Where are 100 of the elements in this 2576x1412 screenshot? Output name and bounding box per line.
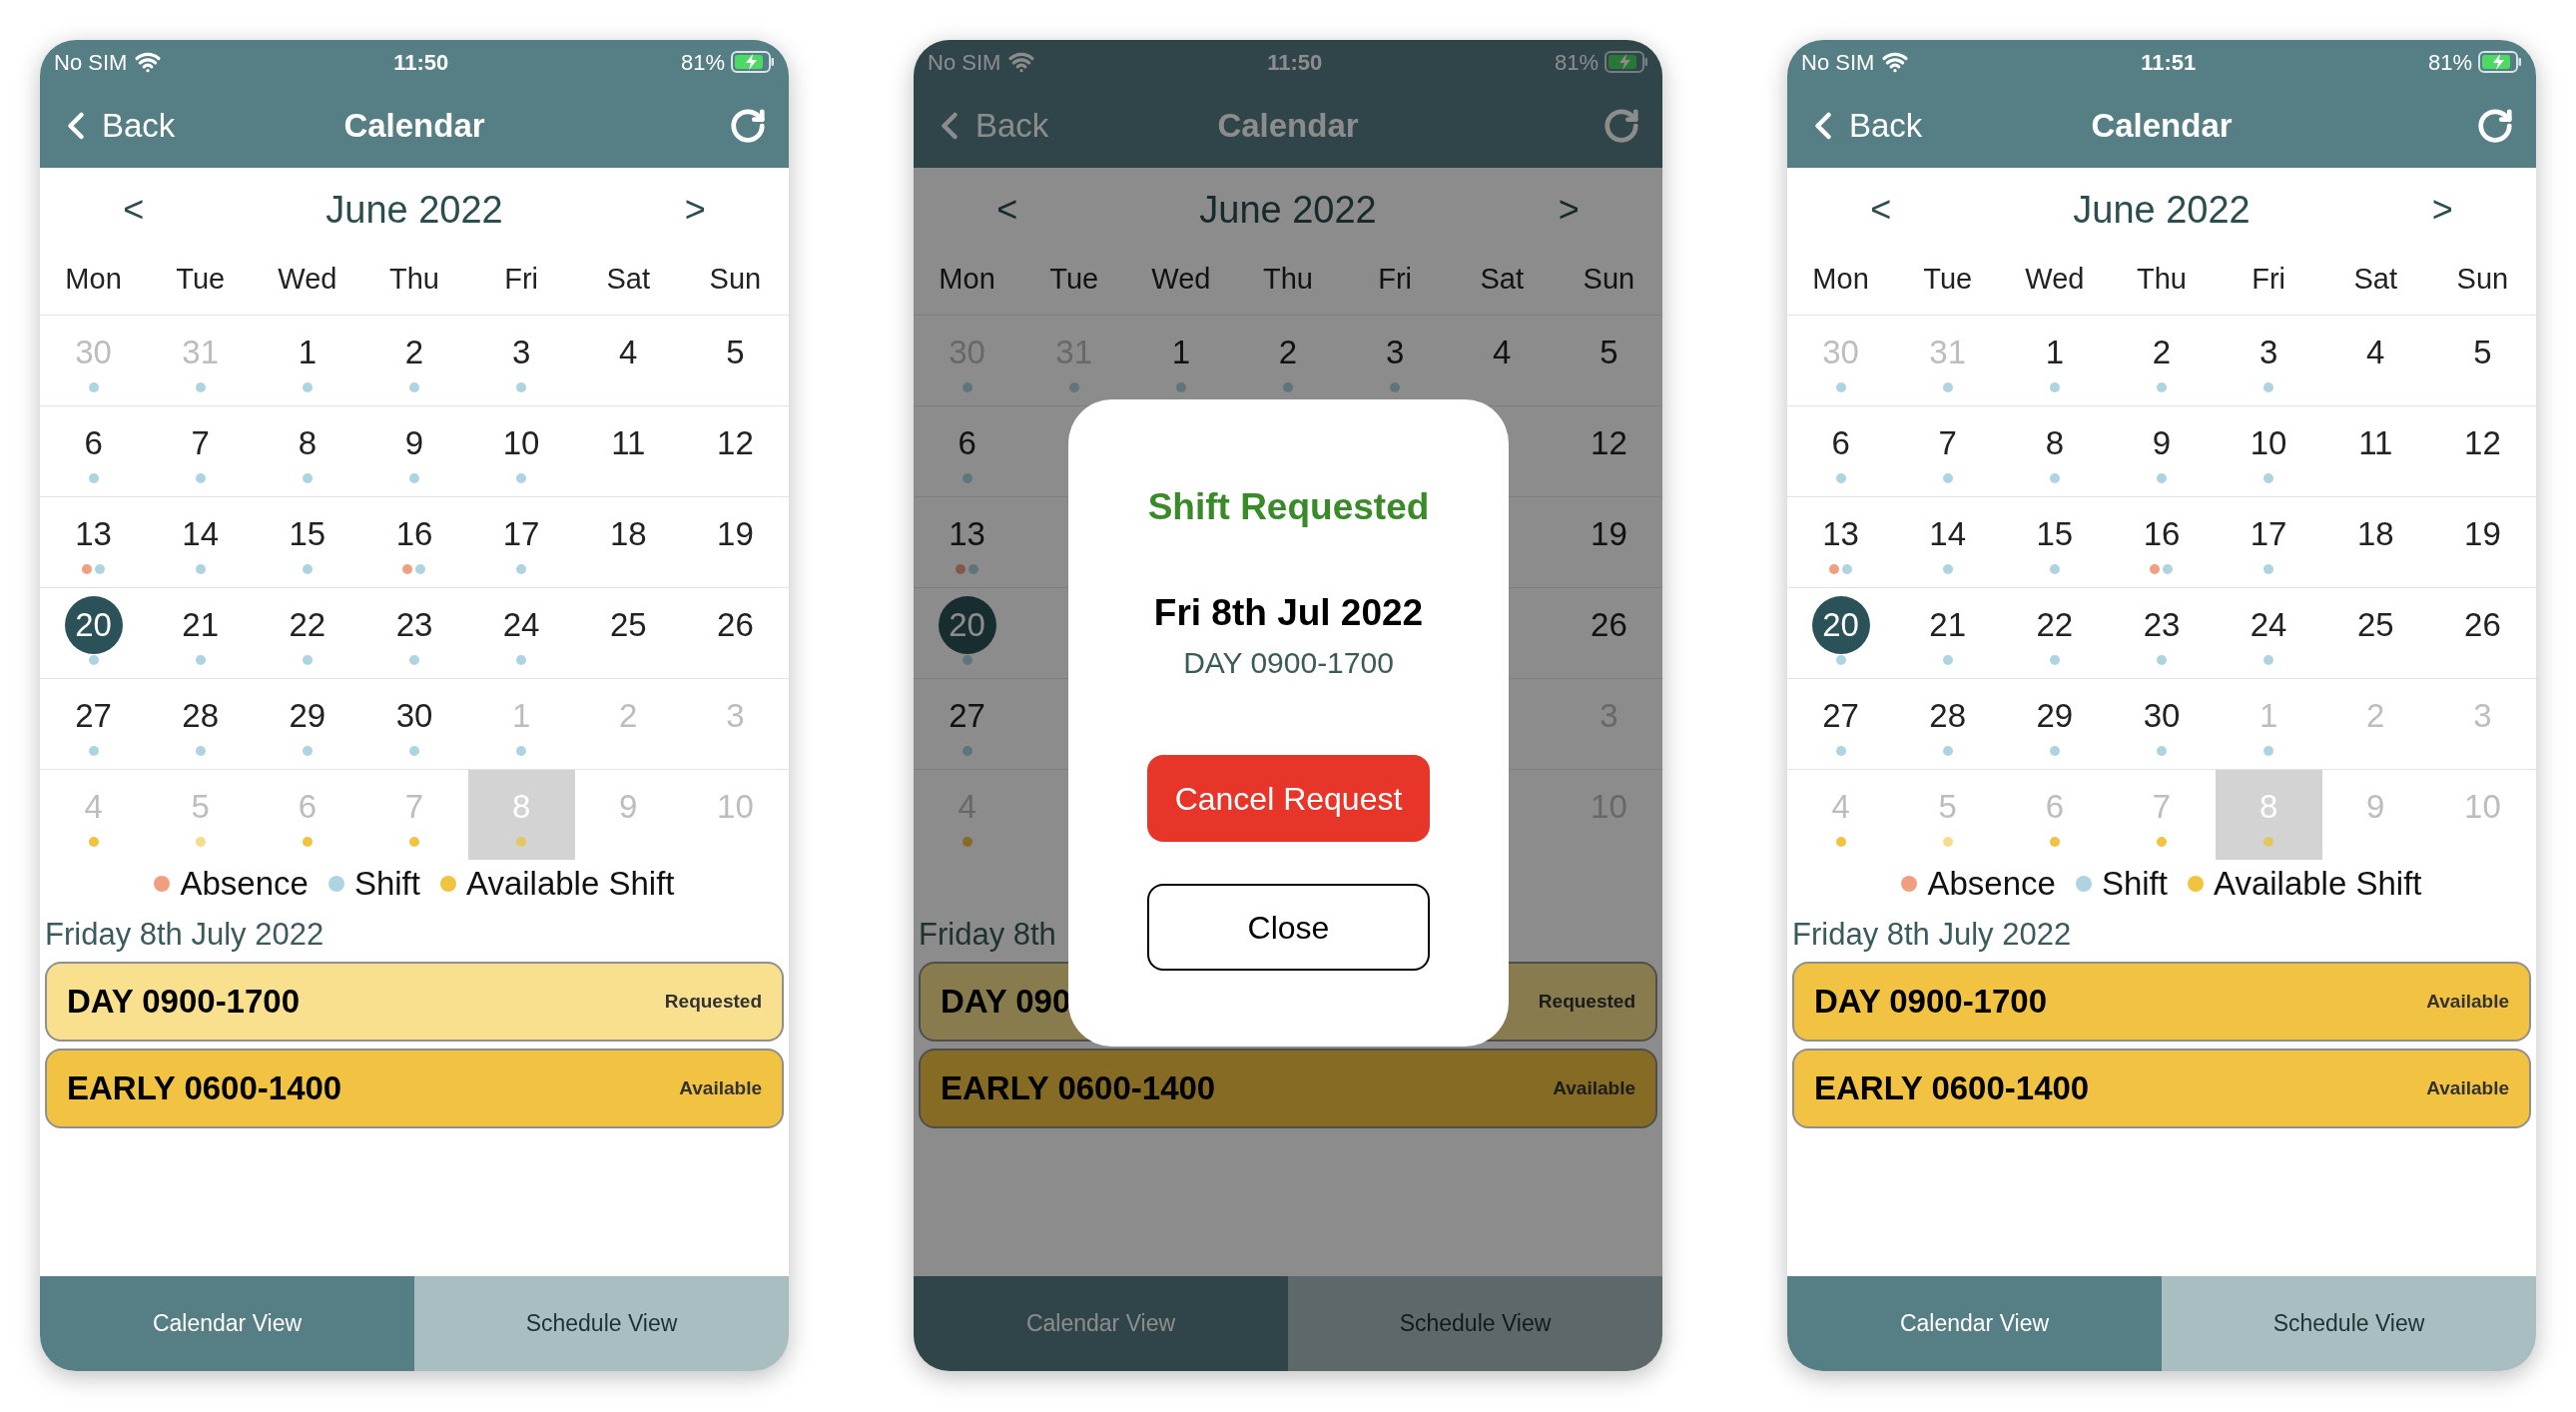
calendar-day[interactable]: 10 [467,406,575,496]
previous-month-button[interactable]: < [996,183,1018,237]
calendar-day[interactable]: 22 [254,588,361,678]
calendar-day[interactable]: 5 [1555,316,1662,405]
calendar-day[interactable]: 4 [2321,316,2429,405]
next-month-button[interactable]: > [1558,183,1580,237]
calendar-day[interactable]: 2 [360,316,468,405]
calendar-day[interactable]: 12 [2428,406,2536,496]
calendar-day[interactable]: 9 [2108,406,2216,496]
calendar-day[interactable]: 16 [360,497,468,587]
previous-month-button[interactable]: < [1870,183,1892,237]
view-tab[interactable]: Schedule View [2162,1276,2536,1371]
shift-card[interactable]: EARLY 0600-1400 Available [919,1049,1657,1128]
selected-date-label: Friday 8th [919,915,1056,954]
calendar-day[interactable]: 16 [2108,497,2216,587]
calendar-day[interactable]: 18 [2321,497,2429,587]
calendar-day[interactable]: 20 [40,588,148,678]
view-tab[interactable]: Schedule View [414,1276,789,1371]
view-tab[interactable]: Calendar View [40,1276,414,1371]
calendar-day[interactable]: 2 [2108,316,2216,405]
day-number: 9 [2366,787,2385,828]
close-button[interactable]: Close [1147,884,1430,971]
day-number: 30 [395,696,433,737]
calendar-day[interactable]: 22 [2001,588,2109,678]
calendar-day[interactable]: 19 [681,497,789,587]
calendar-day[interactable]: 26 [2428,588,2536,678]
calendar-day[interactable]: 13 [914,497,1021,587]
calendar-day[interactable]: 24 [467,588,575,678]
calendar-day[interactable]: 19 [2428,497,2536,587]
calendar-day[interactable]: 18 [574,497,682,587]
refresh-icon[interactable] [2476,107,2514,145]
calendar-day[interactable]: 6 [40,406,148,496]
calendar-day[interactable]: 6 [914,406,1021,496]
calendar-day[interactable]: 27 [40,679,148,769]
next-month-button[interactable]: > [2431,183,2453,237]
refresh-icon[interactable] [1603,107,1640,145]
calendar-day[interactable]: 11 [2321,406,2429,496]
calendar-day[interactable]: 20 [914,588,1021,678]
calendar-day[interactable]: 15 [2001,497,2109,587]
calendar-day[interactable]: 11 [574,406,682,496]
calendar-day[interactable]: 13 [40,497,148,587]
calendar-day[interactable]: 19 [1555,497,1662,587]
weekday-label: Sun [709,261,762,297]
calendar-day[interactable]: 20 [1787,588,1895,678]
calendar-day[interactable]: 30 [360,679,468,769]
calendar-day[interactable]: 8 [254,406,361,496]
calendar-day[interactable]: 17 [467,497,575,587]
calendar-day[interactable]: 1 [254,316,361,405]
calendar-day[interactable]: 3 [2215,316,2322,405]
calendar-day[interactable]: 1 [2001,316,2109,405]
calendar-day[interactable]: 17 [2215,497,2322,587]
calendar-day[interactable]: 12 [681,406,789,496]
calendar-day[interactable]: 21 [147,588,255,678]
calendar-day[interactable]: 30 [2108,679,2216,769]
calendar-day[interactable]: 5 [2428,316,2536,405]
back-button[interactable]: Back [54,101,234,151]
calendar-day[interactable]: 23 [2108,588,2216,678]
calendar-day[interactable]: 23 [360,588,468,678]
back-button[interactable]: Back [1801,101,1981,151]
calendar-day[interactable]: 2 [1234,316,1342,405]
calendar-day[interactable]: 25 [574,588,682,678]
calendar-day[interactable]: 10 [2215,406,2322,496]
calendar-day[interactable]: 13 [1787,497,1895,587]
calendar-day[interactable]: 7 [1894,406,2002,496]
calendar-day[interactable]: 29 [254,679,361,769]
calendar-day[interactable]: 14 [147,497,255,587]
calendar-day[interactable]: 14 [1894,497,2002,587]
calendar-day[interactable]: 3 [1341,316,1449,405]
shift-card[interactable]: DAY 0900-1700 Available [1792,962,2531,1042]
calendar-day[interactable]: 27 [914,679,1021,769]
calendar-day[interactable]: 6 [1787,406,1895,496]
calendar-day[interactable]: 25 [2321,588,2429,678]
shift-card[interactable]: EARLY 0600-1400 Available [45,1049,784,1128]
cancel-request-button[interactable]: Cancel Request [1147,755,1430,842]
refresh-icon[interactable] [729,107,767,145]
calendar-day[interactable]: 7 [147,406,255,496]
legend-label: Absence [1927,864,2056,905]
calendar-day[interactable]: 8 [2001,406,2109,496]
day-number: 16 [395,514,433,555]
calendar-day[interactable]: 28 [147,679,255,769]
previous-month-button[interactable]: < [123,183,145,237]
calendar-day[interactable]: 29 [2001,679,2109,769]
calendar-day[interactable]: 4 [574,316,682,405]
calendar-day[interactable]: 12 [1555,406,1662,496]
shift-card[interactable]: DAY 0900-1700 Requested [45,962,784,1042]
calendar-day[interactable]: 21 [1894,588,2002,678]
calendar-day[interactable]: 26 [681,588,789,678]
calendar-day[interactable]: 15 [254,497,361,587]
calendar-day[interactable]: 9 [360,406,468,496]
calendar-day[interactable]: 26 [1555,588,1662,678]
calendar-day[interactable]: 27 [1787,679,1895,769]
next-month-button[interactable]: > [684,183,706,237]
calendar-day[interactable]: 1 [1127,316,1235,405]
calendar-day[interactable]: 24 [2215,588,2322,678]
day-number: 3 [511,333,531,373]
calendar-day[interactable]: 3 [467,316,575,405]
calendar-day[interactable]: 28 [1894,679,2002,769]
view-tab[interactable]: Calendar View [1787,1276,2162,1371]
shift-card[interactable]: EARLY 0600-1400 Available [1792,1049,2531,1128]
calendar-day[interactable]: 5 [681,316,789,405]
